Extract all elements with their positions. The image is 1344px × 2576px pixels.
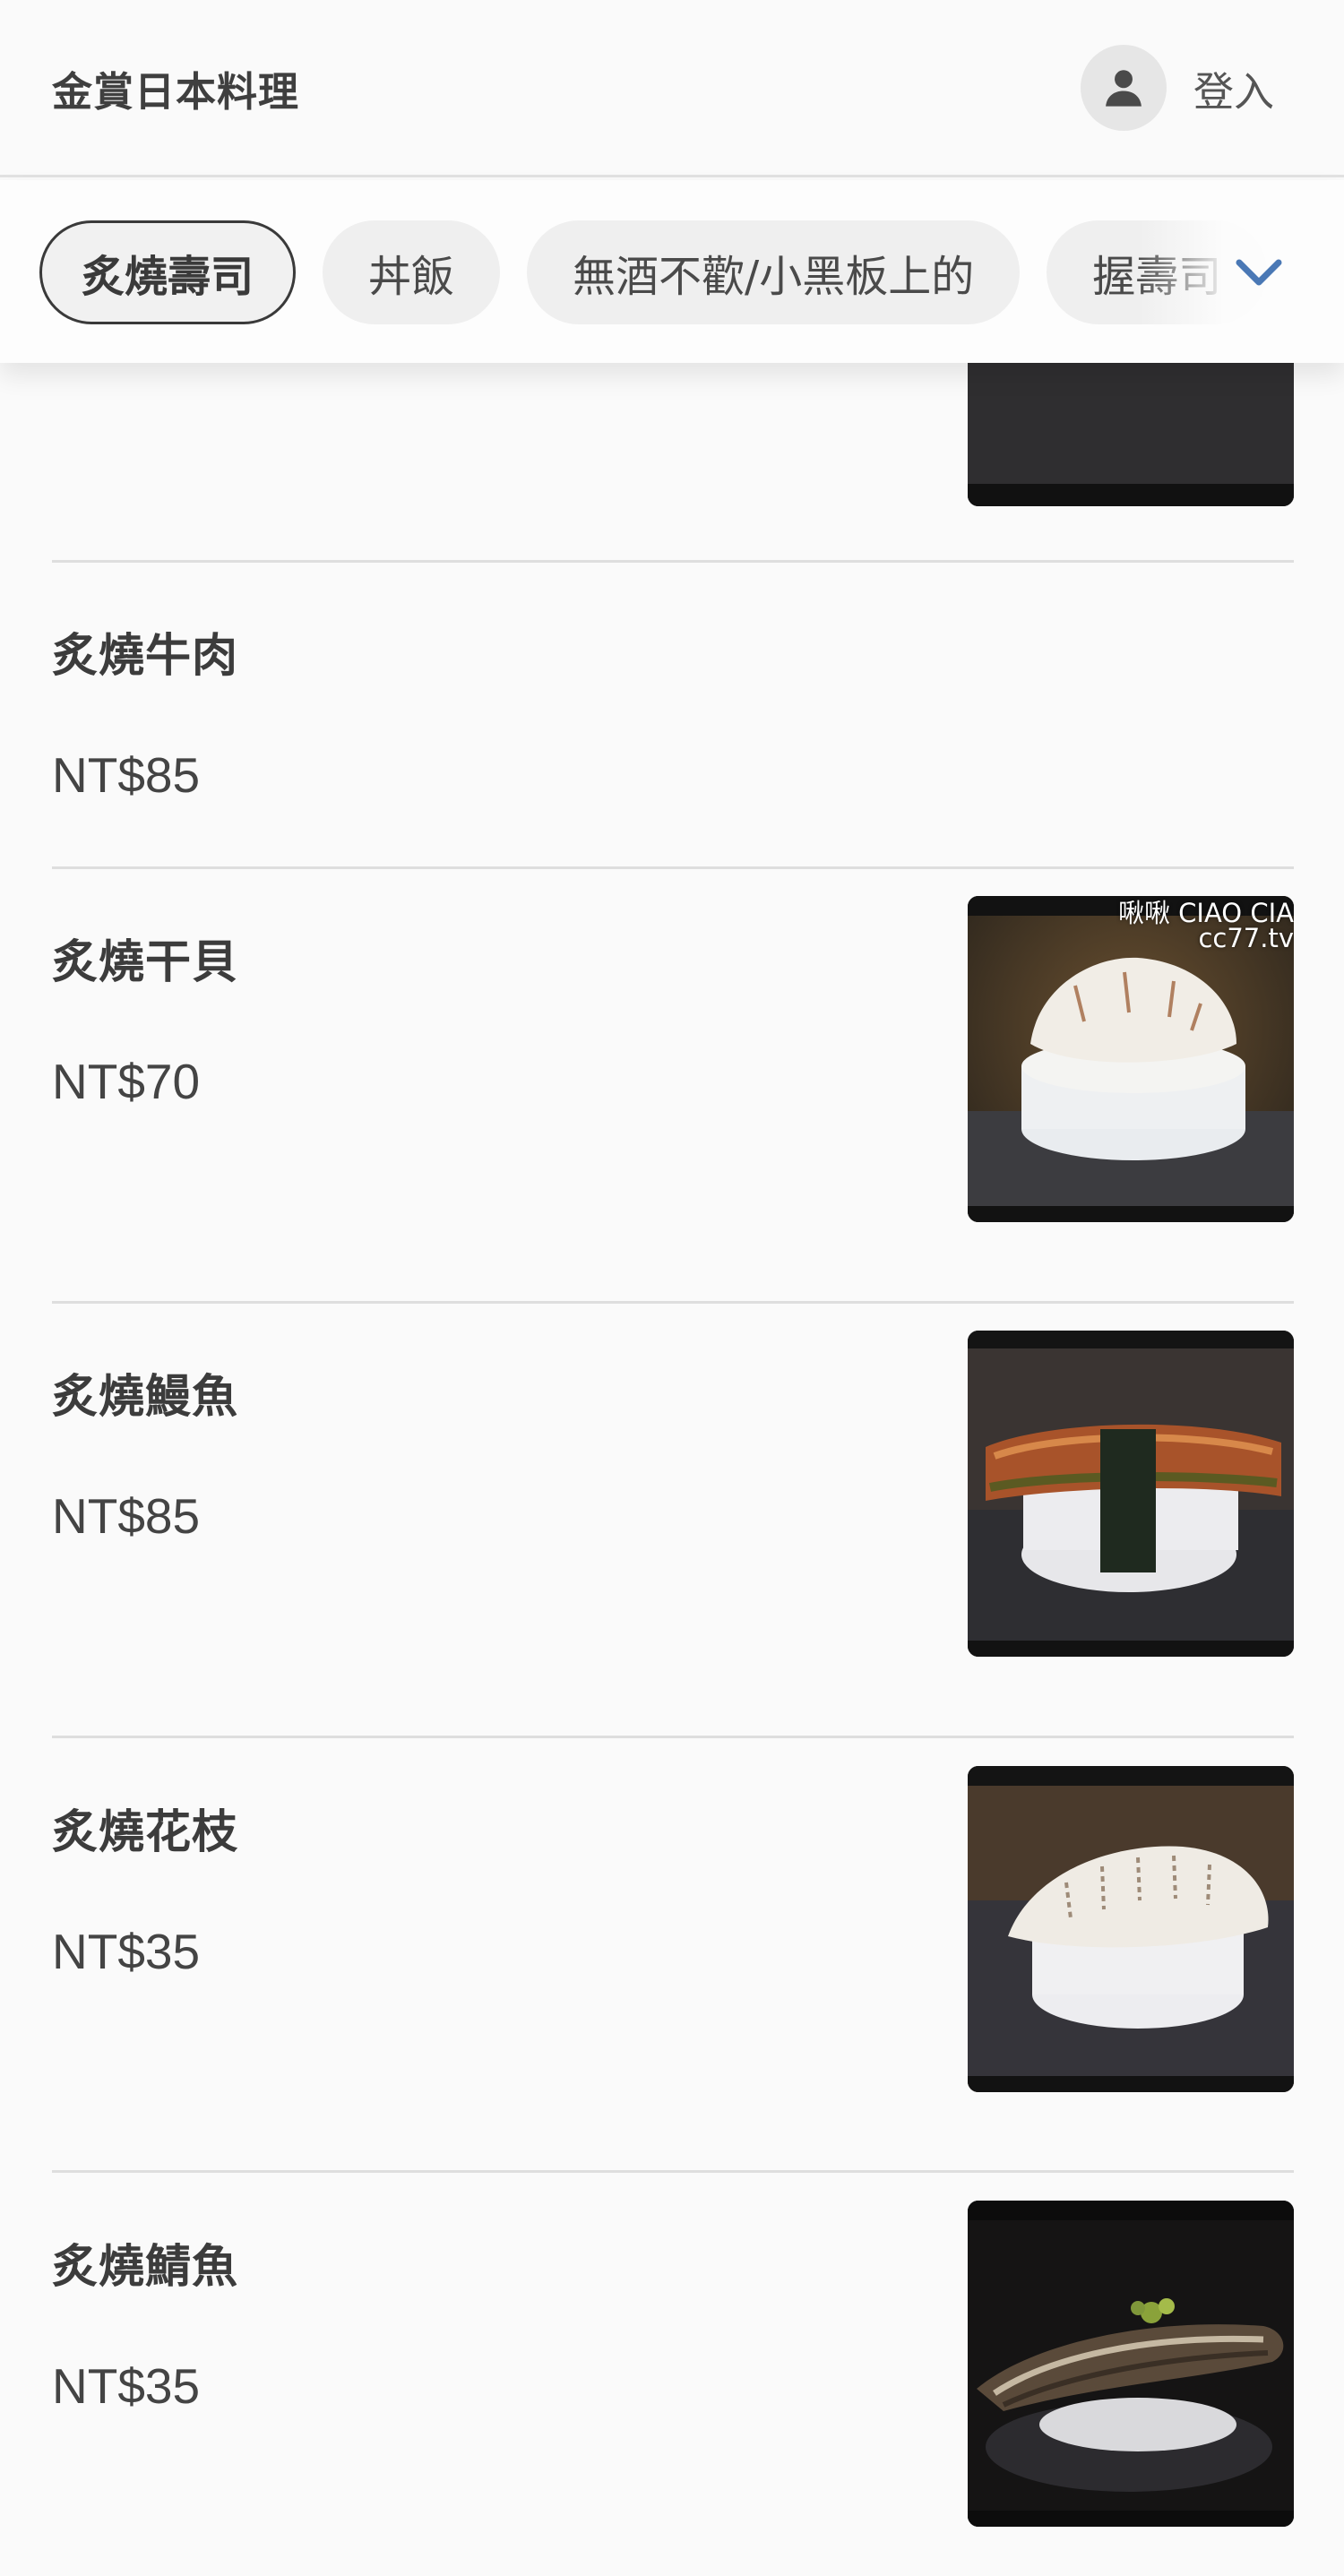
divider bbox=[52, 866, 1294, 869]
more-categories-button[interactable] bbox=[1228, 240, 1290, 303]
person-icon bbox=[1081, 45, 1167, 131]
menu-list: 炙燒牛肉 NT$85 炙燒干貝 NT$70 啾啾 CIAO CIA cc77.t… bbox=[0, 0, 1344, 2576]
divider bbox=[52, 1301, 1294, 1304]
tab-drinks-blackboard[interactable]: 無酒不歡/小黑板上的 bbox=[527, 220, 1021, 324]
item-name: 炙燒干貝 bbox=[52, 936, 239, 989]
item-price: NT$70 bbox=[52, 1054, 201, 1109]
food-photo[interactable] bbox=[968, 2201, 1294, 2527]
item-name: 炙燒牛肉 bbox=[52, 630, 239, 683]
item-price: NT$35 bbox=[52, 1924, 201, 1979]
chevron-down-icon bbox=[1236, 259, 1282, 286]
item-price: NT$85 bbox=[52, 747, 201, 803]
category-tabs: 炙燒壽司 丼飯 無酒不歡/小黑板上的 握壽司 bbox=[0, 180, 1344, 363]
food-photo[interactable]: 啾啾 CIAO CIA cc77.tv bbox=[968, 896, 1294, 1222]
item-price: NT$35 bbox=[52, 2358, 201, 2414]
item-name: 炙燒鰻魚 bbox=[52, 1371, 239, 1424]
tab-donburi[interactable]: 丼飯 bbox=[323, 220, 501, 324]
app-header: 金賞日本料理 登入 bbox=[0, 0, 1344, 177]
divider bbox=[52, 560, 1294, 563]
divider bbox=[52, 2170, 1294, 2173]
store-name: 金賞日本料理 bbox=[52, 68, 300, 116]
item-name: 炙燒鯖魚 bbox=[52, 2241, 239, 2294]
watermark-line2: cc77.tv bbox=[1198, 923, 1294, 953]
login-label: 登入 bbox=[1193, 67, 1275, 116]
food-photo[interactable] bbox=[968, 1331, 1294, 1657]
login-button[interactable]: 登入 bbox=[1081, 45, 1274, 131]
item-price: NT$85 bbox=[52, 1488, 201, 1544]
divider bbox=[52, 1736, 1294, 1738]
tab-aburi-sushi[interactable]: 炙燒壽司 bbox=[39, 220, 297, 324]
item-name: 炙燒花枝 bbox=[52, 1806, 239, 1859]
food-photo[interactable] bbox=[968, 1766, 1294, 2092]
